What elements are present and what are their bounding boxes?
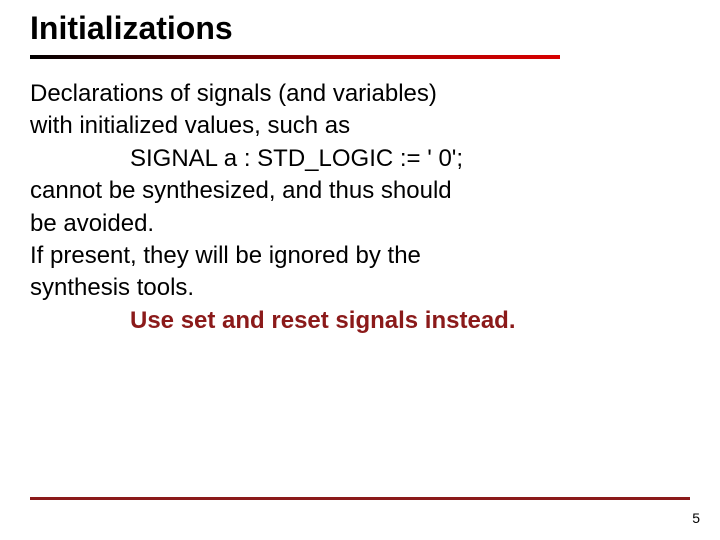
body-line: be avoided.: [30, 208, 670, 240]
body-line: with initialized values, such as: [30, 110, 670, 142]
slide-body: Declarations of signals (and variables) …: [30, 78, 670, 337]
body-line: Declarations of signals (and variables): [30, 78, 670, 110]
slide-title: Initializations: [30, 10, 233, 47]
body-line-emphasis: Use set and reset signals instead.: [30, 305, 670, 337]
page-number: 5: [692, 510, 700, 526]
body-line: If present, they will be ignored by the: [30, 240, 670, 272]
body-line: synthesis tools.: [30, 272, 670, 304]
body-line: cannot be synthesized, and thus should: [30, 175, 670, 207]
body-line-code: SIGNAL a : STD_LOGIC := ' 0';: [30, 143, 670, 175]
slide: Initializations Declarations of signals …: [0, 0, 720, 540]
bottom-divider: [30, 497, 690, 500]
title-divider: [30, 55, 560, 59]
